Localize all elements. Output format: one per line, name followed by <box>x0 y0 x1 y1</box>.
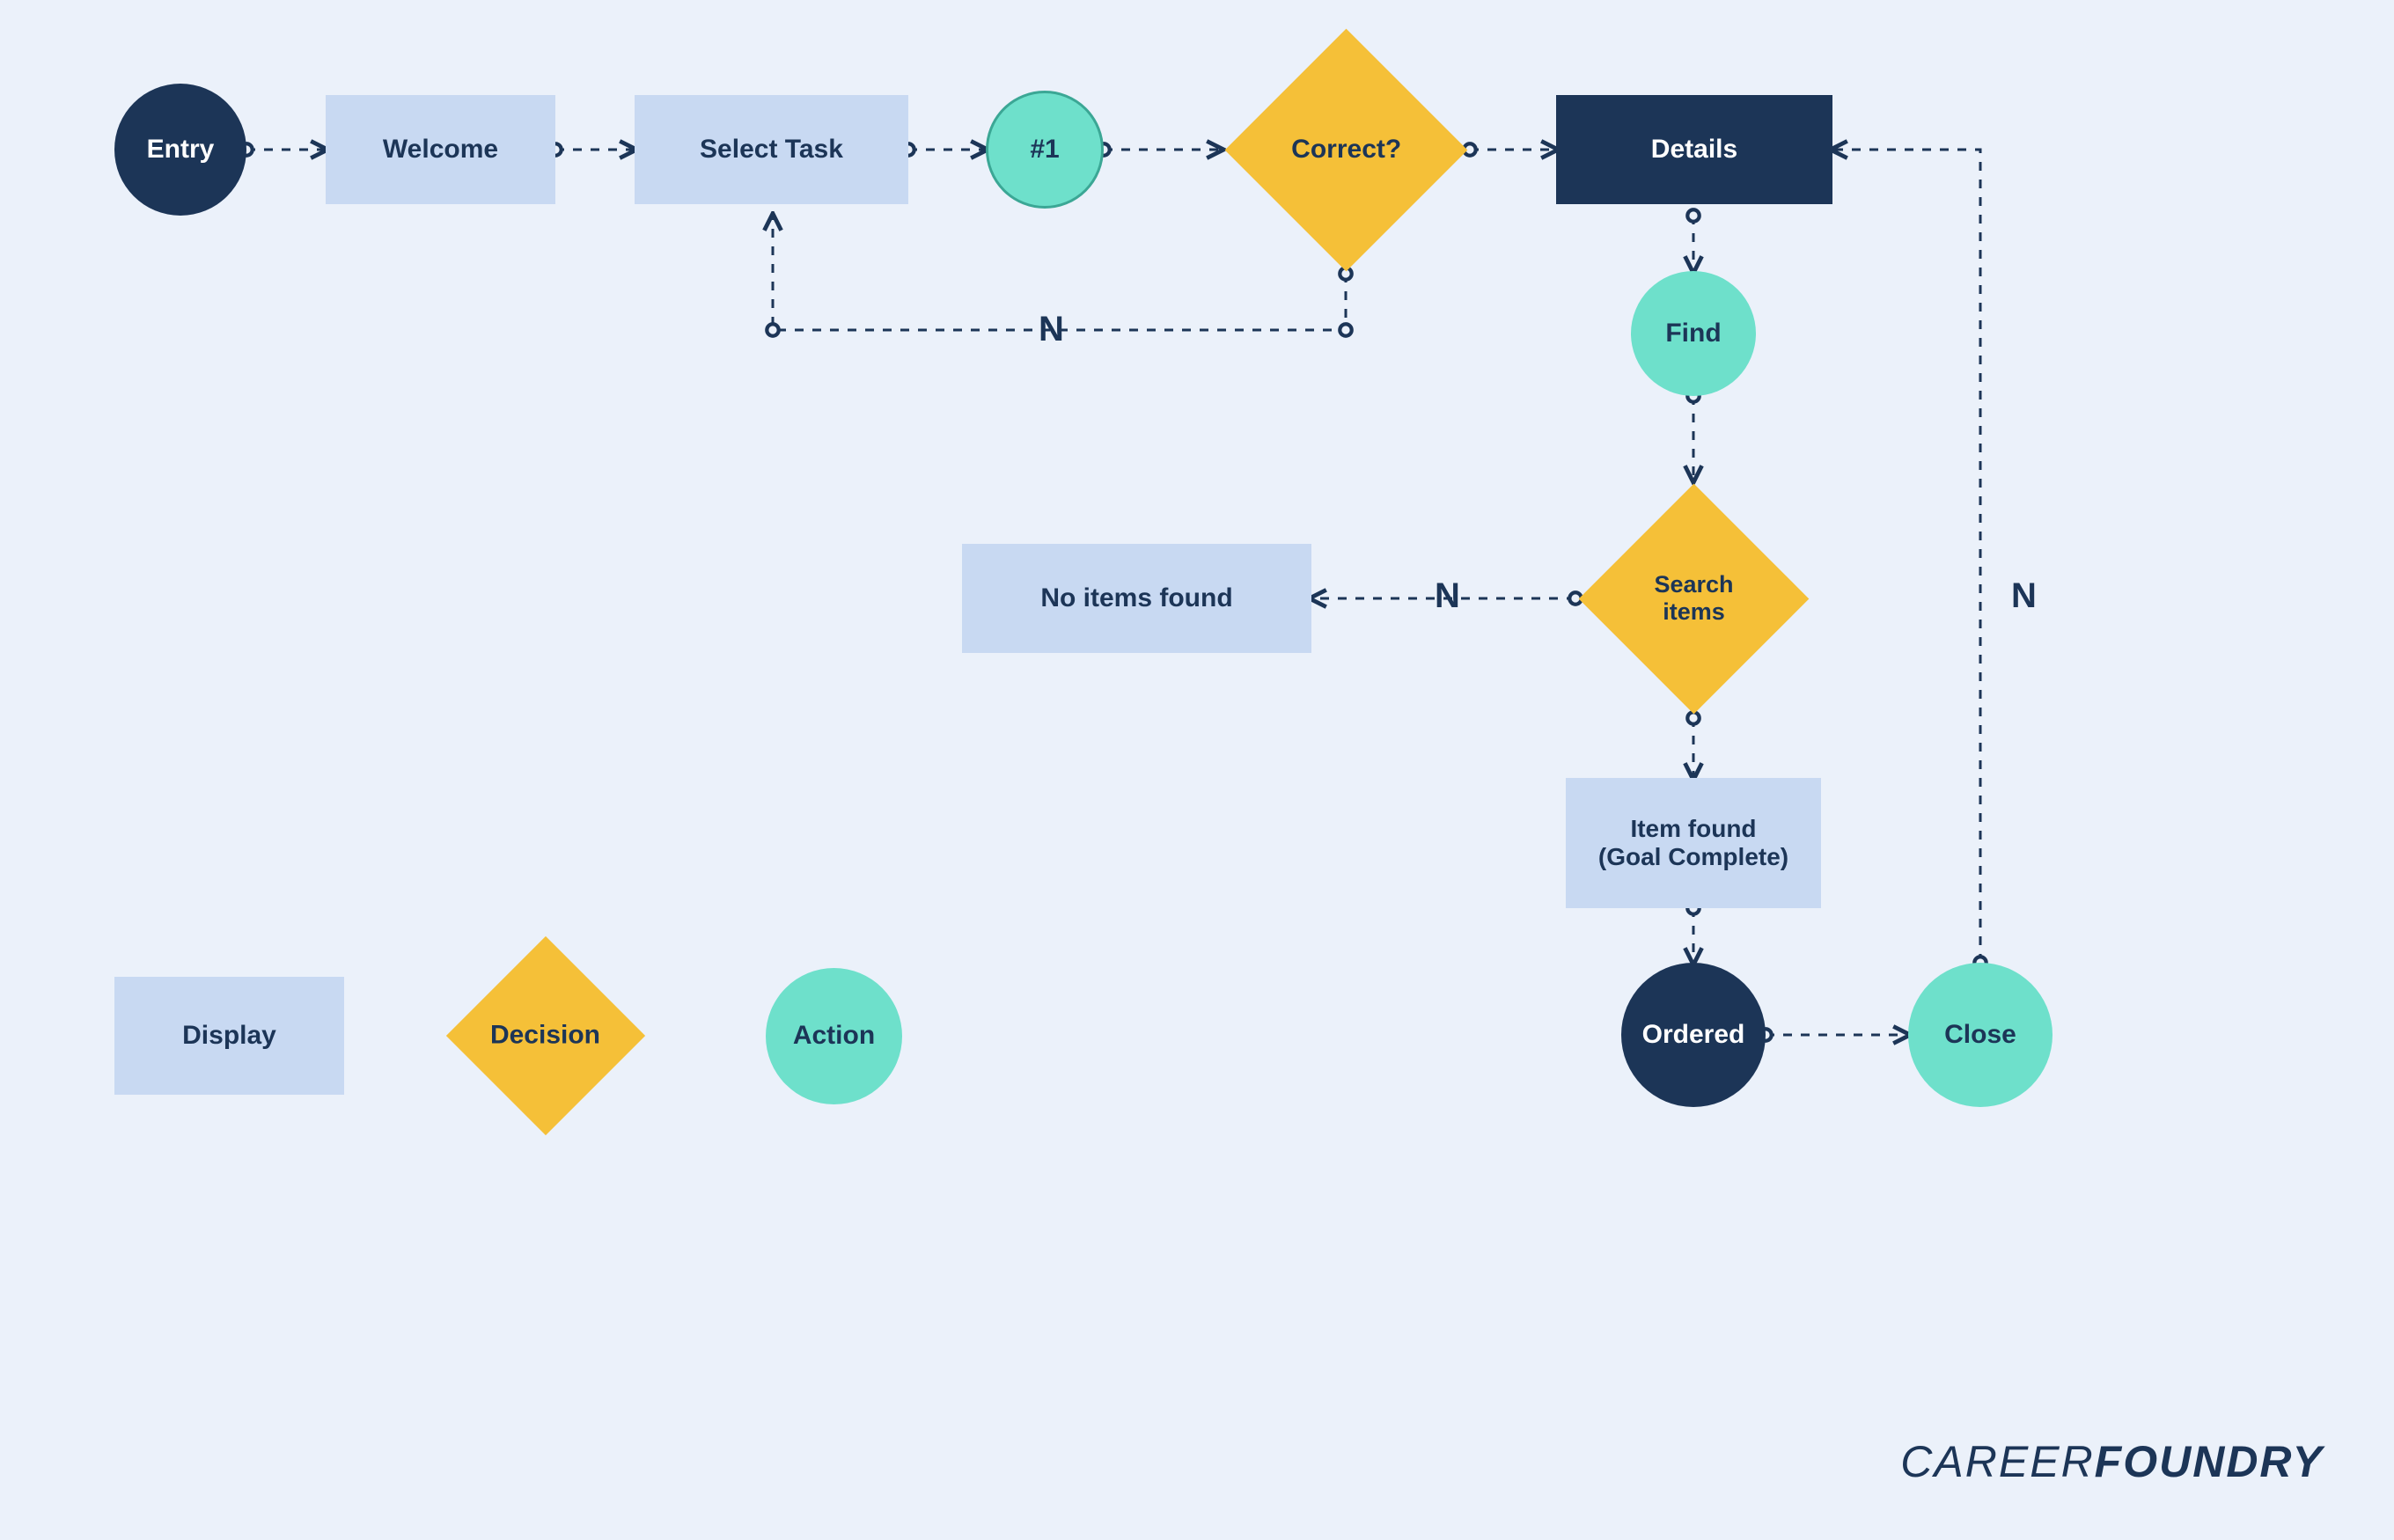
node-details-label: Details <box>1651 135 1737 165</box>
node-no-items-found-label: No items found <box>1040 583 1232 614</box>
node-search-items-decision: Search items <box>1579 484 1810 715</box>
edge-label-correct-no: N <box>1039 310 1064 349</box>
node-welcome: Welcome <box>326 95 555 204</box>
node-ref1: #1 <box>986 91 1104 209</box>
legend-action: Action <box>766 968 902 1104</box>
node-select-task: Select Task <box>635 95 908 204</box>
brand-logo-part2: FOUNDRY <box>2095 1437 2324 1486</box>
brand-logo-part1: CAREER <box>1900 1437 2094 1486</box>
node-no-items-found: No items found <box>962 544 1311 653</box>
node-find: Find <box>1631 271 1756 396</box>
legend-display: Display <box>114 977 344 1095</box>
node-entry: Entry <box>114 84 246 216</box>
node-select-task-label: Select Task <box>700 135 843 165</box>
node-close: Close <box>1908 963 2053 1107</box>
legend-decision: Decision <box>446 936 645 1135</box>
edge-label-search-no: N <box>1435 576 1460 616</box>
flow-connections <box>0 0 2394 1540</box>
node-correct-label: Correct? <box>1291 135 1401 165</box>
node-entry-label: Entry <box>147 135 215 165</box>
legend-action-label: Action <box>793 1021 875 1052</box>
node-welcome-label: Welcome <box>383 135 498 165</box>
edge-label-close-no: N <box>2011 576 2037 616</box>
node-item-found: Item found (Goal Complete) <box>1566 778 1821 908</box>
node-ordered-label: Ordered <box>1642 1020 1745 1051</box>
node-details: Details <box>1556 95 1832 204</box>
node-find-label: Find <box>1665 319 1721 349</box>
legend-decision-label: Decision <box>490 1021 600 1052</box>
node-item-found-label: Item found (Goal Complete) <box>1598 815 1788 871</box>
node-search-items-label: Search items <box>1654 571 1733 626</box>
brand-logo: CAREERFOUNDRY <box>1900 1436 2324 1487</box>
node-correct-decision: Correct? <box>1225 29 1468 272</box>
node-close-label: Close <box>1944 1020 2016 1051</box>
legend-display-label: Display <box>182 1021 276 1052</box>
node-ordered: Ordered <box>1621 963 1766 1107</box>
node-ref1-label: #1 <box>1030 135 1059 165</box>
